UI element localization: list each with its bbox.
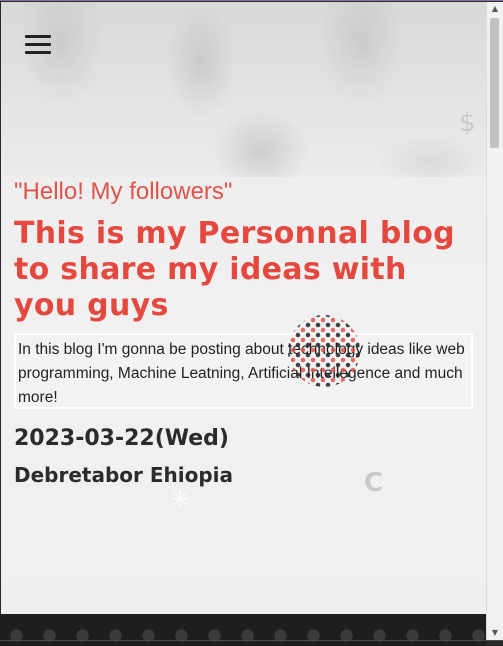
scrollbar-thumb[interactable]	[490, 18, 499, 148]
intro-box: In this blog I'm gonna be posting about …	[14, 333, 473, 409]
scroll-up-arrow-icon[interactable]: ▲	[487, 2, 503, 16]
footer-divider	[0, 640, 503, 641]
post-date: 2023-03-22(Wed)	[14, 426, 229, 451]
vertical-scrollbar[interactable]: ▲ ▼	[486, 2, 503, 640]
intro-paragraph: In this blog I'm gonna be posting about …	[18, 341, 465, 406]
footer-pattern-strip	[0, 614, 486, 646]
page-headline: This is my Personnal blog to share my id…	[14, 216, 455, 323]
floating-star-icon: ✳	[171, 488, 190, 513]
hamburger-menu-button[interactable]	[25, 35, 51, 57]
floating-dollar-icon: $	[459, 108, 476, 138]
hero-background-image	[1, 2, 486, 177]
greeting-text: "Hello! My followers"	[14, 178, 233, 205]
hero-section: $ C ✳ "Hello! My followers" This is my P…	[1, 2, 486, 614]
hamburger-menu-icon	[25, 35, 51, 38]
browser-viewport: $ C ✳ "Hello! My followers" This is my P…	[0, 0, 503, 646]
dotted-pattern-decoration	[288, 315, 360, 387]
floating-c-icon: C	[364, 468, 384, 498]
post-location: Debretabor Ehiopia	[14, 463, 234, 487]
scroll-down-arrow-icon[interactable]: ▼	[487, 626, 503, 640]
